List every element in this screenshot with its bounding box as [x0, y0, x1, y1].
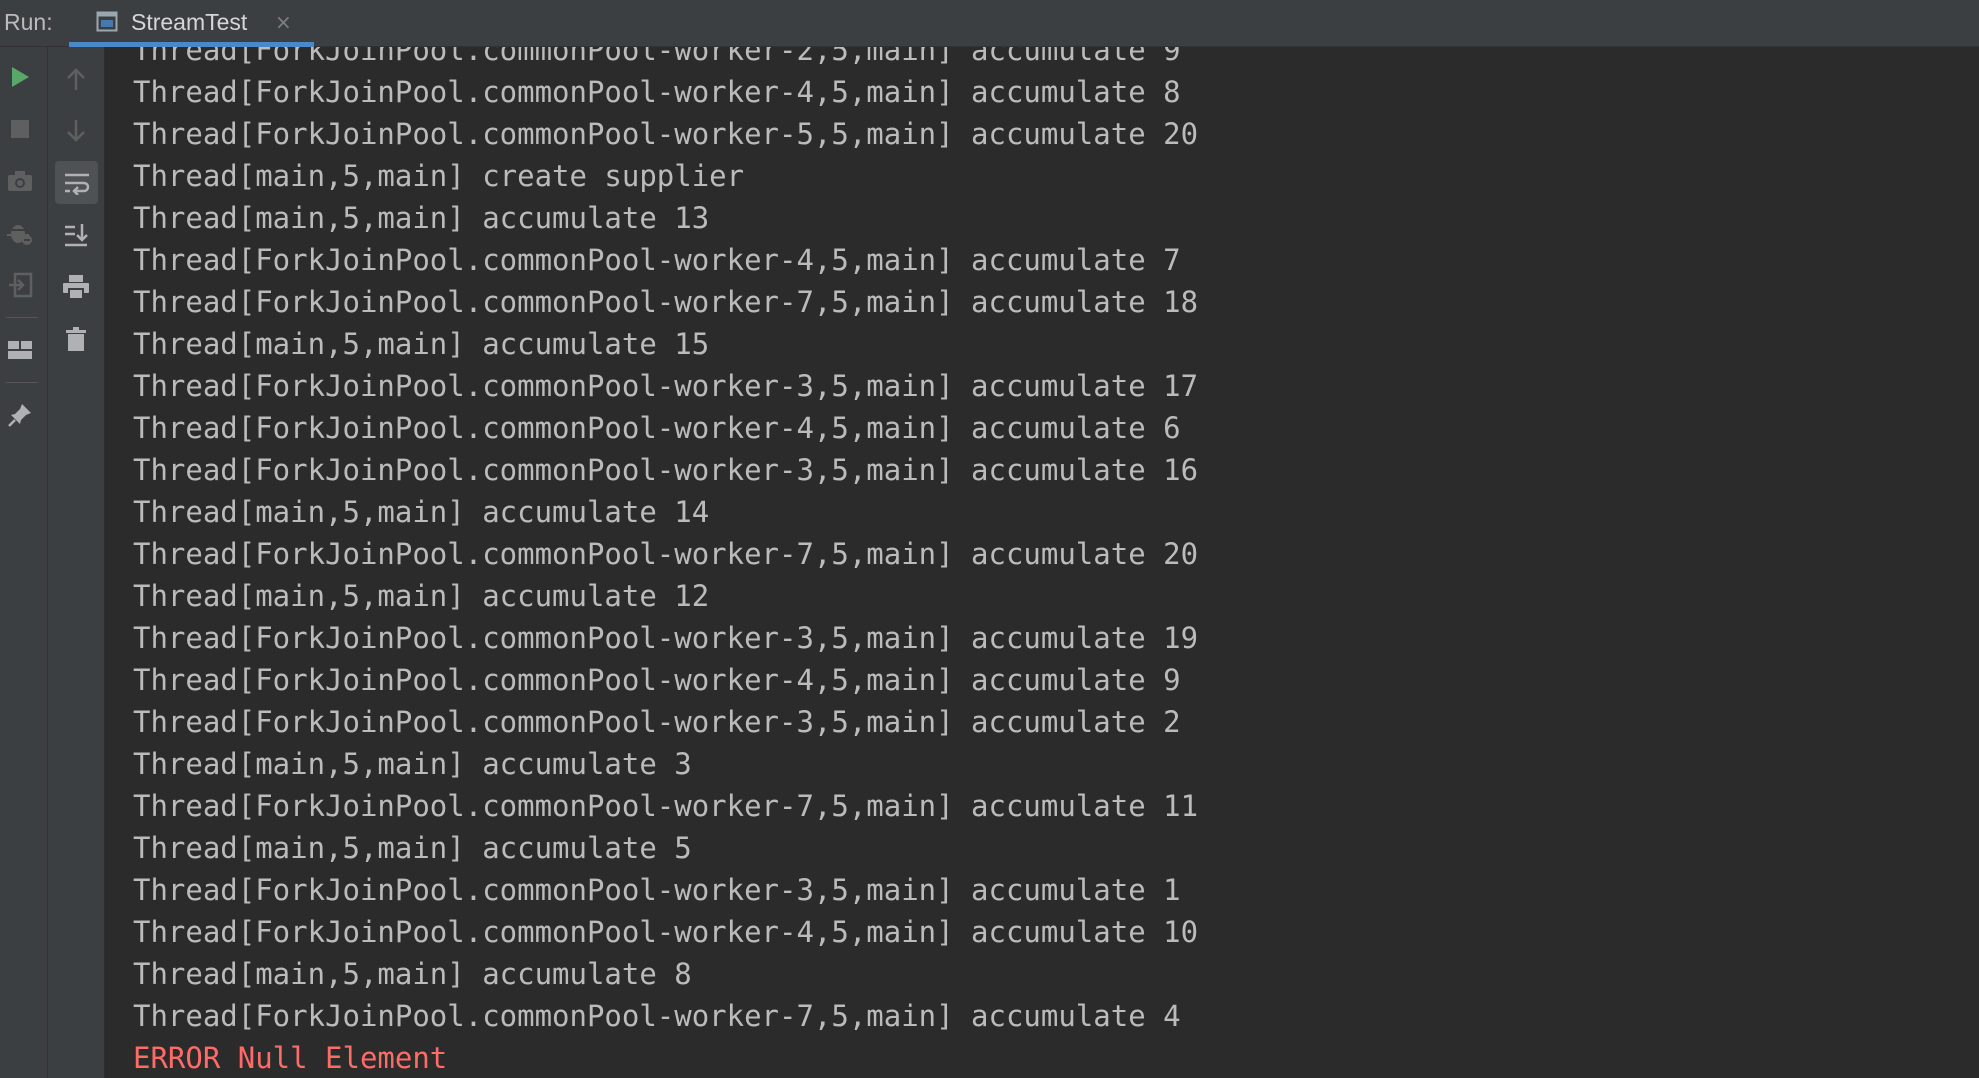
console-line: Thread[main,5,main] create supplier	[133, 159, 745, 193]
run-tool-window: Run: StreamTest × Thread[ForkJoinPool.co…	[0, 0, 1979, 1078]
console-line: Thread[main,5,main] accumulate 14	[133, 495, 710, 529]
scroll-to-end-icon[interactable]	[56, 215, 96, 255]
down-arrow-icon[interactable]	[56, 111, 96, 151]
up-arrow-icon[interactable]	[56, 59, 96, 99]
console-output[interactable]: Thread[ForkJoinPool.commonPool-worker-2,…	[105, 47, 1979, 1078]
tab-label: StreamTest	[131, 9, 248, 35]
console-line: Thread[ForkJoinPool.commonPool-worker-4,…	[133, 915, 1199, 949]
debug-bug-icon[interactable]	[0, 213, 40, 253]
console-line: Thread[ForkJoinPool.commonPool-worker-5,…	[133, 117, 1199, 151]
console-line: Thread[ForkJoinPool.commonPool-worker-3,…	[133, 873, 1181, 907]
console-line: Thread[main,5,main] accumulate 15	[133, 327, 710, 361]
console-line: Thread[ForkJoinPool.commonPool-worker-3,…	[133, 705, 1181, 739]
layout-icon[interactable]	[0, 330, 40, 370]
toolbar-separator	[6, 317, 38, 318]
soft-wrap-icon[interactable]	[55, 161, 98, 204]
camera-icon[interactable]	[0, 161, 40, 201]
console-line: Thread[ForkJoinPool.commonPool-worker-7,…	[133, 999, 1181, 1033]
console-line: Thread[ForkJoinPool.commonPool-worker-7,…	[133, 537, 1199, 571]
console-line: Thread[ForkJoinPool.commonPool-worker-4,…	[133, 243, 1181, 277]
console-window-icon	[96, 11, 118, 32]
console-line: Thread[ForkJoinPool.commonPool-worker-7,…	[133, 285, 1199, 319]
console-line: Thread[main,5,main] accumulate 12	[133, 579, 710, 613]
pin-icon[interactable]	[0, 395, 40, 435]
close-icon[interactable]: ×	[275, 10, 292, 34]
run-toolbar-secondary	[48, 47, 105, 1078]
rerun-icon[interactable]	[0, 57, 40, 97]
tab-streamtest[interactable]: StreamTest ×	[69, 0, 314, 47]
console-line: Thread[ForkJoinPool.commonPool-worker-7,…	[133, 789, 1199, 823]
exit-icon[interactable]	[0, 265, 40, 305]
console-line: Thread[main,5,main] accumulate 8	[133, 957, 692, 991]
console-error-line: ERROR Null Element	[133, 1041, 448, 1075]
console-lines: Thread[ForkJoinPool.commonPool-worker-2,…	[133, 47, 1198, 1078]
print-icon[interactable]	[56, 267, 96, 307]
run-toolbar-primary	[0, 47, 48, 1078]
console-line: Thread[ForkJoinPool.commonPool-worker-3,…	[133, 369, 1199, 403]
console-line: Thread[ForkJoinPool.commonPool-worker-4,…	[133, 663, 1181, 697]
console-line: Thread[ForkJoinPool.commonPool-worker-3,…	[133, 453, 1199, 487]
toolbar-separator	[6, 382, 38, 383]
console-line: Thread[ForkJoinPool.commonPool-worker-4,…	[133, 411, 1181, 445]
console-line: Thread[ForkJoinPool.commonPool-worker-4,…	[133, 75, 1181, 109]
stop-icon[interactable]	[0, 109, 40, 149]
console-line: Thread[ForkJoinPool.commonPool-worker-3,…	[133, 621, 1199, 655]
trash-icon[interactable]	[56, 319, 96, 359]
console-line: Thread[main,5,main] accumulate 13	[133, 201, 710, 235]
run-label: Run:	[4, 9, 53, 35]
console-line: Thread[main,5,main] accumulate 5	[133, 831, 692, 865]
console-line: Thread[main,5,main] accumulate 3	[133, 747, 692, 781]
run-header: Run: StreamTest ×	[0, 0, 1979, 47]
console-line: Thread[ForkJoinPool.commonPool-worker-2,…	[133, 47, 1181, 67]
